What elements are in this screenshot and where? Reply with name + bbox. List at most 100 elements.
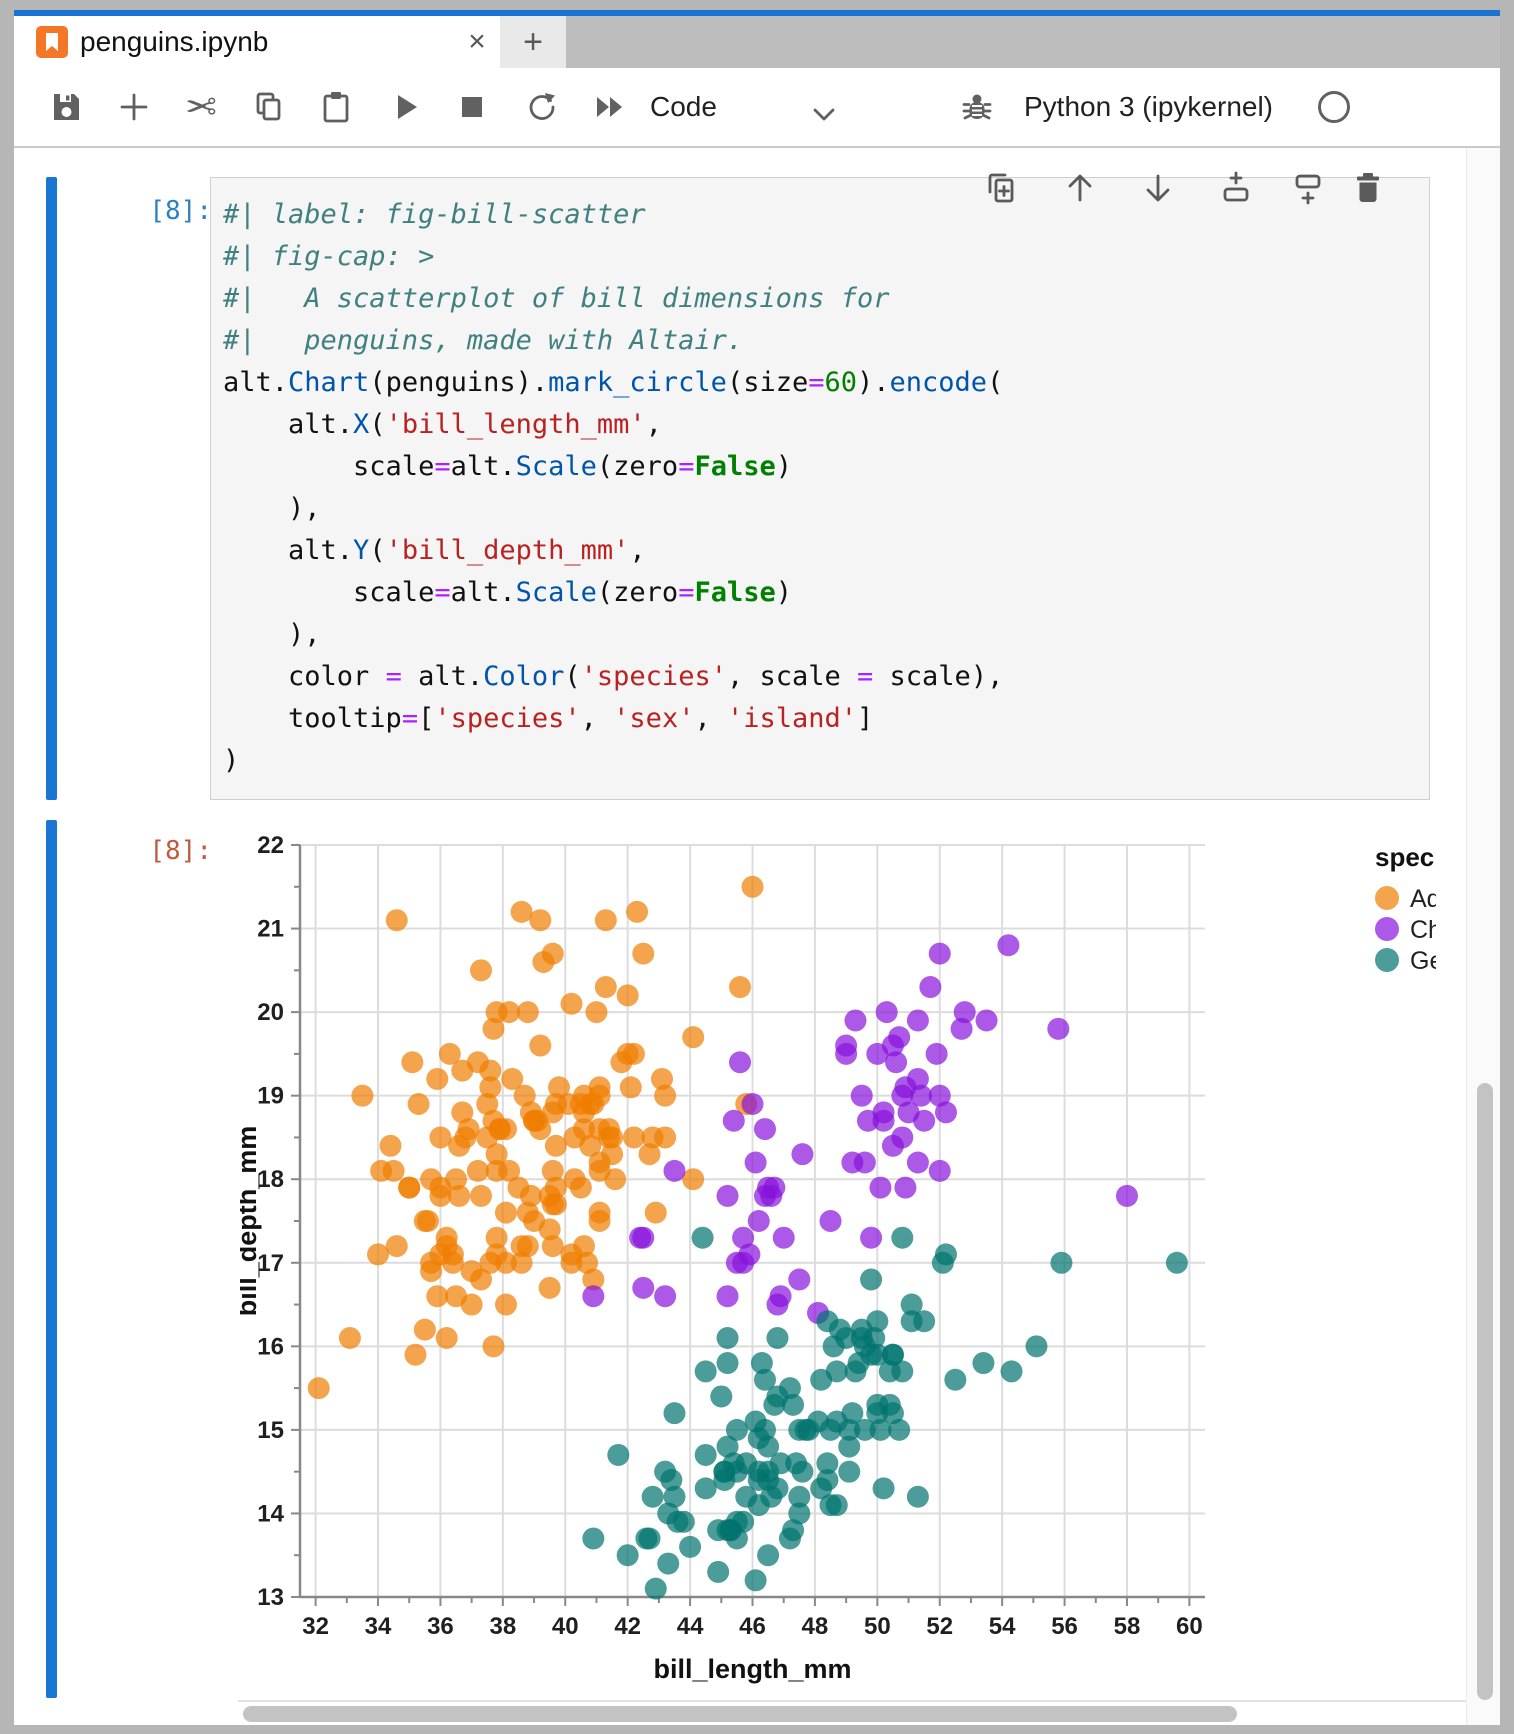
paste-cells-button[interactable] xyxy=(311,82,361,132)
svg-text:bill_depth_mm: bill_depth_mm xyxy=(240,1126,262,1317)
svg-text:58: 58 xyxy=(1114,1613,1141,1640)
arrow-up-icon xyxy=(1062,170,1098,206)
save-icon xyxy=(49,90,83,124)
notebook-icon xyxy=(36,26,68,58)
svg-text:48: 48 xyxy=(802,1613,829,1640)
tab-penguins-ipynb[interactable]: penguins.ipynb × xyxy=(14,16,500,68)
notebook-toolbar: ✂ xyxy=(14,68,1500,148)
svg-text:22: 22 xyxy=(257,832,284,859)
save-button[interactable] xyxy=(41,82,91,132)
svg-text:40: 40 xyxy=(552,1613,579,1640)
code-line: tooltip=['species', 'sex', 'island'] xyxy=(223,698,1429,740)
clipboard-icon xyxy=(319,90,353,124)
duplicate-cell-button[interactable] xyxy=(980,166,1024,210)
legend-label: Adelie xyxy=(1410,885,1436,913)
debugger-button[interactable] xyxy=(952,82,1002,132)
code-line: alt.Chart(penguins).mark_circle(size=60)… xyxy=(223,362,1429,404)
svg-text:52: 52 xyxy=(926,1613,953,1640)
output-prompt: [8]: xyxy=(102,836,212,866)
copy-icon xyxy=(252,90,286,124)
scissors-icon: ✂ xyxy=(185,85,217,130)
svg-text:50: 50 xyxy=(864,1613,891,1640)
svg-text:36: 36 xyxy=(427,1613,454,1640)
move-cell-down-button[interactable] xyxy=(1136,166,1180,210)
stop-icon xyxy=(455,90,489,124)
svg-text:38: 38 xyxy=(489,1613,516,1640)
vega-scatterplot[interactable]: 3234363840424446485052545658601314151617… xyxy=(240,800,1436,1700)
run-cell-button[interactable] xyxy=(381,82,431,132)
kernel-idle-circle-icon xyxy=(1316,89,1352,125)
next-cell-divider xyxy=(238,1700,1469,1702)
run-icon xyxy=(389,90,423,124)
svg-text:46: 46 xyxy=(739,1613,766,1640)
insert-below-icon xyxy=(1290,170,1326,206)
insert-above-icon xyxy=(1218,170,1254,206)
insert-cell-below-button[interactable] xyxy=(1286,166,1330,210)
svg-text:56: 56 xyxy=(1051,1613,1078,1640)
move-cell-up-button[interactable] xyxy=(1058,166,1102,210)
svg-text:20: 20 xyxy=(257,999,284,1026)
code-line: #| penguins, made with Altair. xyxy=(223,320,1429,362)
svg-text:42: 42 xyxy=(614,1613,641,1640)
restart-icon xyxy=(525,90,559,124)
legend-swatch xyxy=(1375,917,1399,941)
svg-text:32: 32 xyxy=(302,1613,329,1640)
restart-kernel-button[interactable] xyxy=(517,82,567,132)
vertical-scrollbar[interactable] xyxy=(1477,1083,1493,1700)
trash-icon xyxy=(1350,170,1386,206)
code-line: color = alt.Color('species', scale = sca… xyxy=(223,656,1429,698)
kernel-name[interactable]: Python 3 (ipykernel) xyxy=(1024,68,1273,146)
code-line: alt.X('bill_length_mm', xyxy=(223,404,1429,446)
insert-cell-above-button[interactable] xyxy=(1214,166,1258,210)
svg-text:14: 14 xyxy=(257,1500,284,1527)
restart-run-all-button[interactable] xyxy=(585,82,635,132)
tab-title: penguins.ipynb xyxy=(80,26,268,58)
arrow-down-icon xyxy=(1140,170,1176,206)
code-line: #| A scatterplot of bill dimensions for xyxy=(223,278,1429,320)
stop-kernel-button[interactable] xyxy=(447,82,497,132)
code-line: scale=alt.Scale(zero=False) xyxy=(223,446,1429,488)
code-line: #| fig-cap: > xyxy=(223,236,1429,278)
scatter-chart-output[interactable]: 3234363840424446485052545658601314151617… xyxy=(240,800,1436,1705)
code-line: ) xyxy=(223,740,1429,782)
cell-type-dropdown[interactable]: Code xyxy=(650,68,717,146)
svg-text:21: 21 xyxy=(257,916,284,943)
kernel-status-indicator xyxy=(1309,82,1359,132)
legend-swatch xyxy=(1375,886,1399,910)
svg-text:60: 60 xyxy=(1176,1613,1203,1640)
svg-text:15: 15 xyxy=(257,1417,284,1444)
chevron-down-icon xyxy=(811,107,837,123)
legend-label: Gentoo xyxy=(1410,947,1436,975)
cell-type-value: Code xyxy=(650,91,717,123)
close-tab-icon[interactable]: × xyxy=(454,16,500,68)
bug-icon xyxy=(960,90,994,124)
new-tab-button[interactable]: + xyxy=(500,16,566,68)
cut-cells-button[interactable]: ✂ xyxy=(176,82,226,132)
svg-text:16: 16 xyxy=(257,1333,284,1360)
output-collapser[interactable] xyxy=(46,820,57,1698)
svg-text:34: 34 xyxy=(365,1613,392,1640)
duplicate-cell-icon xyxy=(984,170,1020,206)
copy-cells-button[interactable] xyxy=(244,82,294,132)
svg-text:19: 19 xyxy=(257,1083,284,1110)
delete-cell-button[interactable] xyxy=(1346,166,1390,210)
svg-text:bill_length_mm: bill_length_mm xyxy=(653,1654,851,1684)
legend-title: species xyxy=(1375,842,1436,872)
code-line: ), xyxy=(223,614,1429,656)
cell-type-dropdown-arrow[interactable] xyxy=(799,90,849,140)
code-editor[interactable]: #| label: fig-bill-scatter#| fig-cap: >#… xyxy=(211,178,1429,782)
jupyterlab-window: penguins.ipynb × + ✂ xyxy=(14,10,1500,1725)
svg-text:13: 13 xyxy=(257,1584,284,1611)
code-cell-input[interactable]: #| label: fig-bill-scatter#| fig-cap: >#… xyxy=(210,177,1430,800)
plus-icon xyxy=(117,90,151,124)
input-collapser[interactable] xyxy=(46,177,57,800)
add-cell-button[interactable] xyxy=(109,82,159,132)
input-prompt: [8]: xyxy=(102,196,212,226)
fast-forward-icon xyxy=(593,90,627,124)
legend-label: Chinstrap xyxy=(1410,916,1436,944)
code-line: ), xyxy=(223,488,1429,530)
kernel-name-label: Python 3 (ipykernel) xyxy=(1024,91,1273,123)
tab-bar: penguins.ipynb × + xyxy=(14,16,1500,68)
horizontal-scrollbar[interactable] xyxy=(243,1706,1237,1722)
svg-text:54: 54 xyxy=(989,1613,1016,1640)
